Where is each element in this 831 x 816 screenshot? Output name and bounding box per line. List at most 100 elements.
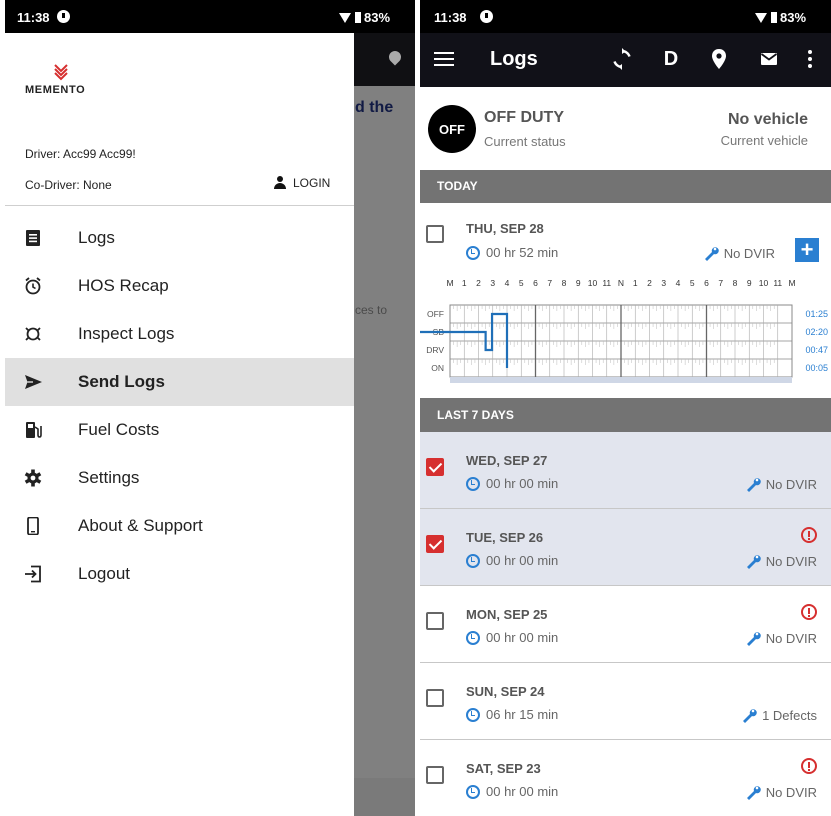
status-right: 83% (339, 10, 390, 25)
graph-bottom-bar (450, 377, 792, 383)
status-right: 83% (755, 10, 806, 25)
memento-logo-mark (54, 64, 68, 81)
wifi-icon (755, 13, 767, 23)
current-status-panel[interactable]: OFF OFF DUTY Current status No vehicle C… (420, 87, 831, 170)
sync-status-icon (480, 10, 493, 23)
day-log-row[interactable]: SUN, SEP 24 06 hr 15 min 1 Defects (420, 663, 831, 740)
duty-status-d-button[interactable]: D (659, 47, 683, 71)
clock-icon (466, 553, 480, 568)
menu-item-fuel-costs[interactable]: Fuel Costs (5, 406, 354, 454)
warning-icon[interactable] (801, 604, 817, 620)
day-time-value: 00 hr 00 min (486, 630, 559, 645)
day-time-value: 00 hr 00 min (486, 476, 559, 491)
menu-item-settings[interactable]: Settings (5, 454, 354, 502)
location-pin-icon[interactable] (707, 47, 731, 71)
day-checkbox[interactable] (426, 225, 444, 243)
duty-status-badge[interactable]: OFF (428, 105, 476, 153)
wrench-icon (746, 632, 761, 646)
battery-percent: 83% (364, 10, 391, 25)
login-button[interactable]: LOGIN (273, 176, 330, 190)
duty-status-subtitle: Current status (484, 134, 566, 149)
background-appbar (353, 33, 415, 86)
menu-item-logs[interactable]: Logs (5, 214, 354, 262)
today-log-row[interactable]: THU, SEP 28 00 hr 52 min No DVIR + M1234… (420, 203, 831, 398)
day-checkbox[interactable] (426, 535, 444, 553)
drawer-menu: Logs HOS Recap Inspect Logs Send Logs Fu… (5, 214, 354, 598)
menu-icon[interactable] (434, 52, 454, 67)
day-checkbox[interactable] (426, 766, 444, 784)
dvir-status[interactable]: No DVIR (745, 553, 817, 569)
day-log-row[interactable]: MON, SEP 25 00 hr 00 min No DVIR (420, 586, 831, 663)
clock-icon (466, 707, 480, 722)
graph-row-total: 00:47 (805, 345, 828, 355)
inspect-icon (25, 327, 41, 341)
day-date: SUN, SEP 24 (466, 684, 545, 699)
graph-hour-label: 7 (547, 278, 552, 288)
day-log-row[interactable]: TUE, SEP 26 00 hr 00 min No DVIR (420, 509, 831, 586)
day-checkbox[interactable] (426, 689, 444, 707)
graph-row-total: 02:20 (805, 327, 828, 337)
driver-name: Driver: Acc99 Acc99! (25, 147, 136, 161)
menu-item-label: Inspect Logs (78, 324, 175, 343)
day-time: 00 hr 00 min (466, 630, 558, 645)
graph-hour-label: 9 (747, 278, 752, 288)
duty-status-graph[interactable]: M 1 2 3 4 5 6 7 8 9 10 11 N 1 2 3 4 5 6 7 8 9 10 11 MOFFSBDRVON0… (420, 275, 831, 390)
day-date: MON, SEP 25 (466, 607, 548, 622)
clock-icon (466, 784, 480, 799)
left-phone-screen: 11:38 83% d the ces to MEMENTO Driver: A… (5, 0, 415, 816)
warning-icon[interactable] (801, 527, 817, 543)
wrench-icon (743, 709, 757, 723)
list-icon (26, 230, 40, 246)
battery-icon (771, 12, 777, 23)
clock-icon (466, 630, 480, 645)
graph-hour-label: 5 (519, 278, 524, 288)
add-dvir-button[interactable]: + (795, 238, 819, 262)
page-title: Logs (490, 48, 538, 70)
menu-item-label: Fuel Costs (78, 420, 160, 439)
app-bar: Logs D (420, 33, 831, 87)
phone-icon (27, 517, 39, 535)
wrench-icon (746, 786, 761, 800)
codriver-name: Co-Driver: None (25, 178, 112, 192)
duty-status-title: OFF DUTY (484, 109, 564, 126)
dvir-status[interactable]: No DVIR (745, 784, 817, 800)
menu-item-send-logs[interactable]: Send Logs (5, 358, 354, 406)
dvir-status[interactable]: 1 Defects (741, 707, 817, 723)
logo-text: MEMENTO (25, 84, 86, 96)
graph-hour-label: N (618, 278, 624, 288)
menu-item-label: Settings (78, 468, 140, 487)
graph-row-total: 01:25 (805, 309, 828, 319)
alarm-clock-icon (25, 277, 41, 295)
more-vert-icon[interactable] (798, 47, 822, 71)
graph-hour-label: M (446, 278, 453, 288)
menu-item-hos-recap[interactable]: HOS Recap (5, 262, 354, 310)
day-checkbox[interactable] (426, 612, 444, 630)
dvir-status[interactable]: No DVIR (703, 245, 775, 261)
day-date: TUE, SEP 26 (466, 530, 544, 545)
background-app-scrim[interactable]: d the ces to (353, 33, 415, 816)
graph-row-label: DRV (426, 345, 444, 355)
day-date: SAT, SEP 23 (466, 761, 541, 776)
graph-hour-label: 6 (533, 278, 538, 288)
graph-row-label: OFF (427, 309, 444, 319)
status-bar: 11:38 83% (420, 0, 831, 33)
graph-hour-label: 10 (588, 278, 598, 288)
menu-item-about-support[interactable]: About & Support (5, 502, 354, 550)
sync-icon[interactable] (610, 47, 634, 71)
vehicle-title[interactable]: No vehicle (728, 111, 808, 129)
mail-icon[interactable] (757, 47, 781, 71)
day-checkbox[interactable] (426, 458, 444, 476)
status-bar: 11:38 83% (5, 0, 415, 33)
menu-item-label: HOS Recap (78, 276, 169, 295)
menu-item-logout[interactable]: Logout (5, 550, 354, 598)
dvir-status[interactable]: No DVIR (745, 476, 817, 492)
status-time: 11:38 (434, 10, 467, 25)
day-log-row[interactable]: WED, SEP 27 00 hr 00 min No DVIR (420, 432, 831, 509)
graph-hour-label: 9 (576, 278, 581, 288)
menu-item-inspect-logs[interactable]: Inspect Logs (5, 310, 354, 358)
graph-hour-label: 11 (773, 278, 782, 288)
graph-hour-label: 8 (562, 278, 567, 288)
warning-icon[interactable] (801, 758, 817, 774)
day-log-row[interactable]: SAT, SEP 23 00 hr 00 min No DVIR (420, 740, 831, 816)
dvir-status[interactable]: No DVIR (745, 630, 817, 646)
